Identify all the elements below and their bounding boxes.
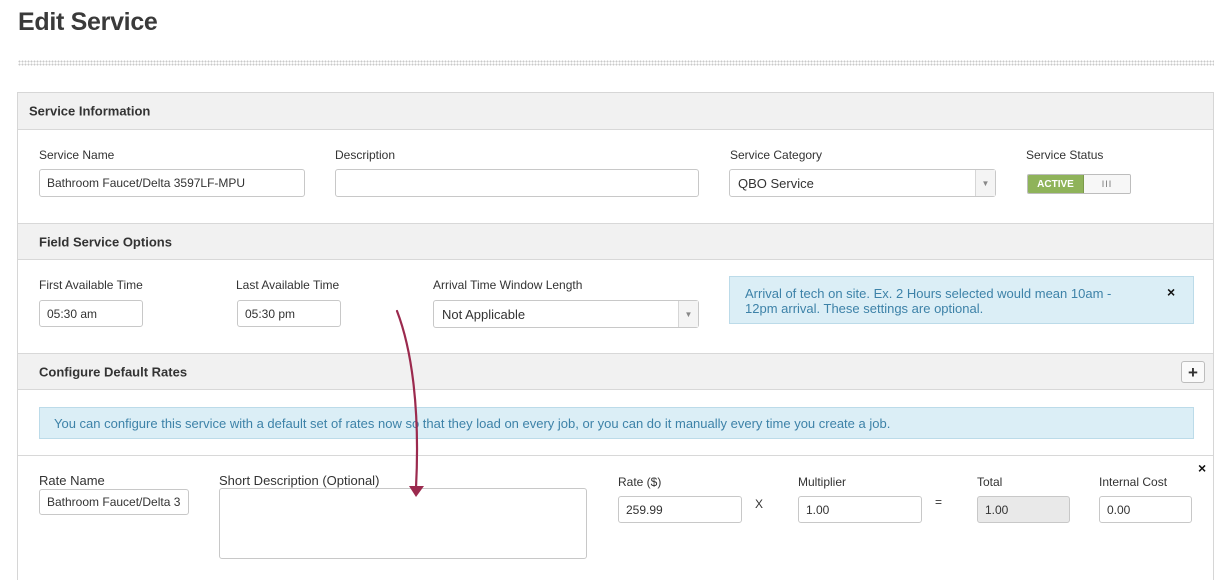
toggle-active-label: ACTIVE	[1028, 175, 1084, 193]
service-category-value: QBO Service	[738, 175, 814, 191]
arrival-info-line-1: Arrival of tech on site. Ex. 2 Hours sel…	[745, 286, 1112, 301]
default-rates-title: Configure Default Rates	[39, 364, 188, 379]
edit-service-panel: Service Information Service Name Bathroo…	[17, 92, 1214, 580]
page-title: Edit Service	[18, 8, 158, 36]
last-available-time-label: Last Available Time	[236, 278, 340, 292]
service-name-label: Service Name	[39, 148, 115, 162]
remove-rate-icon[interactable]: ×	[1198, 460, 1206, 476]
chevron-down-icon[interactable]: ▼	[975, 170, 995, 196]
rate-name-input[interactable]: Bathroom Faucet/Delta 3	[39, 489, 189, 515]
default-rates-info-text: You can configure this service with a de…	[54, 416, 891, 431]
last-available-time-input[interactable]: 05:30 pm	[237, 300, 341, 327]
times-symbol: X	[755, 497, 764, 511]
rate-name-label: Rate Name	[39, 473, 105, 488]
rate-row-divider	[18, 455, 1213, 456]
arrival-window-label: Arrival Time Window Length	[433, 278, 583, 292]
default-rates-info: You can configure this service with a de…	[39, 407, 1194, 439]
total-label: Total	[977, 475, 1003, 489]
add-rate-button[interactable]: +	[1181, 361, 1205, 383]
service-information-title: Service Information	[29, 103, 151, 119]
first-available-time-label: First Available Time	[39, 278, 143, 292]
field-service-options-header: Field Service Options	[18, 223, 1213, 260]
service-category-select[interactable]: QBO Service ▼	[729, 169, 996, 197]
arrival-window-value: Not Applicable	[442, 306, 526, 322]
short-description-textarea[interactable]	[219, 488, 587, 559]
default-rates-header: Configure Default Rates +	[18, 353, 1213, 390]
internal-cost-label: Internal Cost	[1099, 475, 1168, 489]
toggle-grip-icon: III	[1084, 175, 1130, 193]
field-service-options-title: Field Service Options	[39, 234, 172, 249]
service-name-input[interactable]: Bathroom Faucet/Delta 3597LF-MPU	[39, 169, 305, 197]
rate-label: Rate ($)	[618, 475, 662, 489]
description-label: Description	[335, 148, 396, 162]
short-description-label: Short Description (Optional)	[219, 473, 380, 488]
multiplier-input[interactable]: 1.00	[798, 496, 922, 523]
service-status-label: Service Status	[1026, 148, 1104, 162]
arrival-info-line-2: 12pm arrival. These settings are optiona…	[745, 301, 984, 316]
rate-input[interactable]: 259.99	[618, 496, 742, 523]
description-input[interactable]	[335, 169, 699, 197]
chevron-down-icon[interactable]: ▼	[678, 301, 698, 327]
arrival-info-alert: Arrival of tech on site. Ex. 2 Hours sel…	[729, 276, 1194, 324]
service-category-label: Service Category	[730, 148, 823, 162]
first-available-time-input[interactable]: 05:30 am	[39, 300, 143, 327]
close-icon[interactable]: ×	[1167, 285, 1175, 300]
service-information-header: Service Information	[18, 93, 1213, 130]
service-status-toggle[interactable]: ACTIVE III	[1027, 174, 1131, 194]
equals-symbol: =	[935, 495, 943, 509]
arrival-window-select[interactable]: Not Applicable ▼	[433, 300, 699, 328]
internal-cost-input[interactable]: 0.00	[1099, 496, 1192, 523]
total-value: 1.00	[977, 496, 1070, 523]
title-divider	[18, 60, 1214, 66]
multiplier-label: Multiplier	[798, 475, 847, 489]
